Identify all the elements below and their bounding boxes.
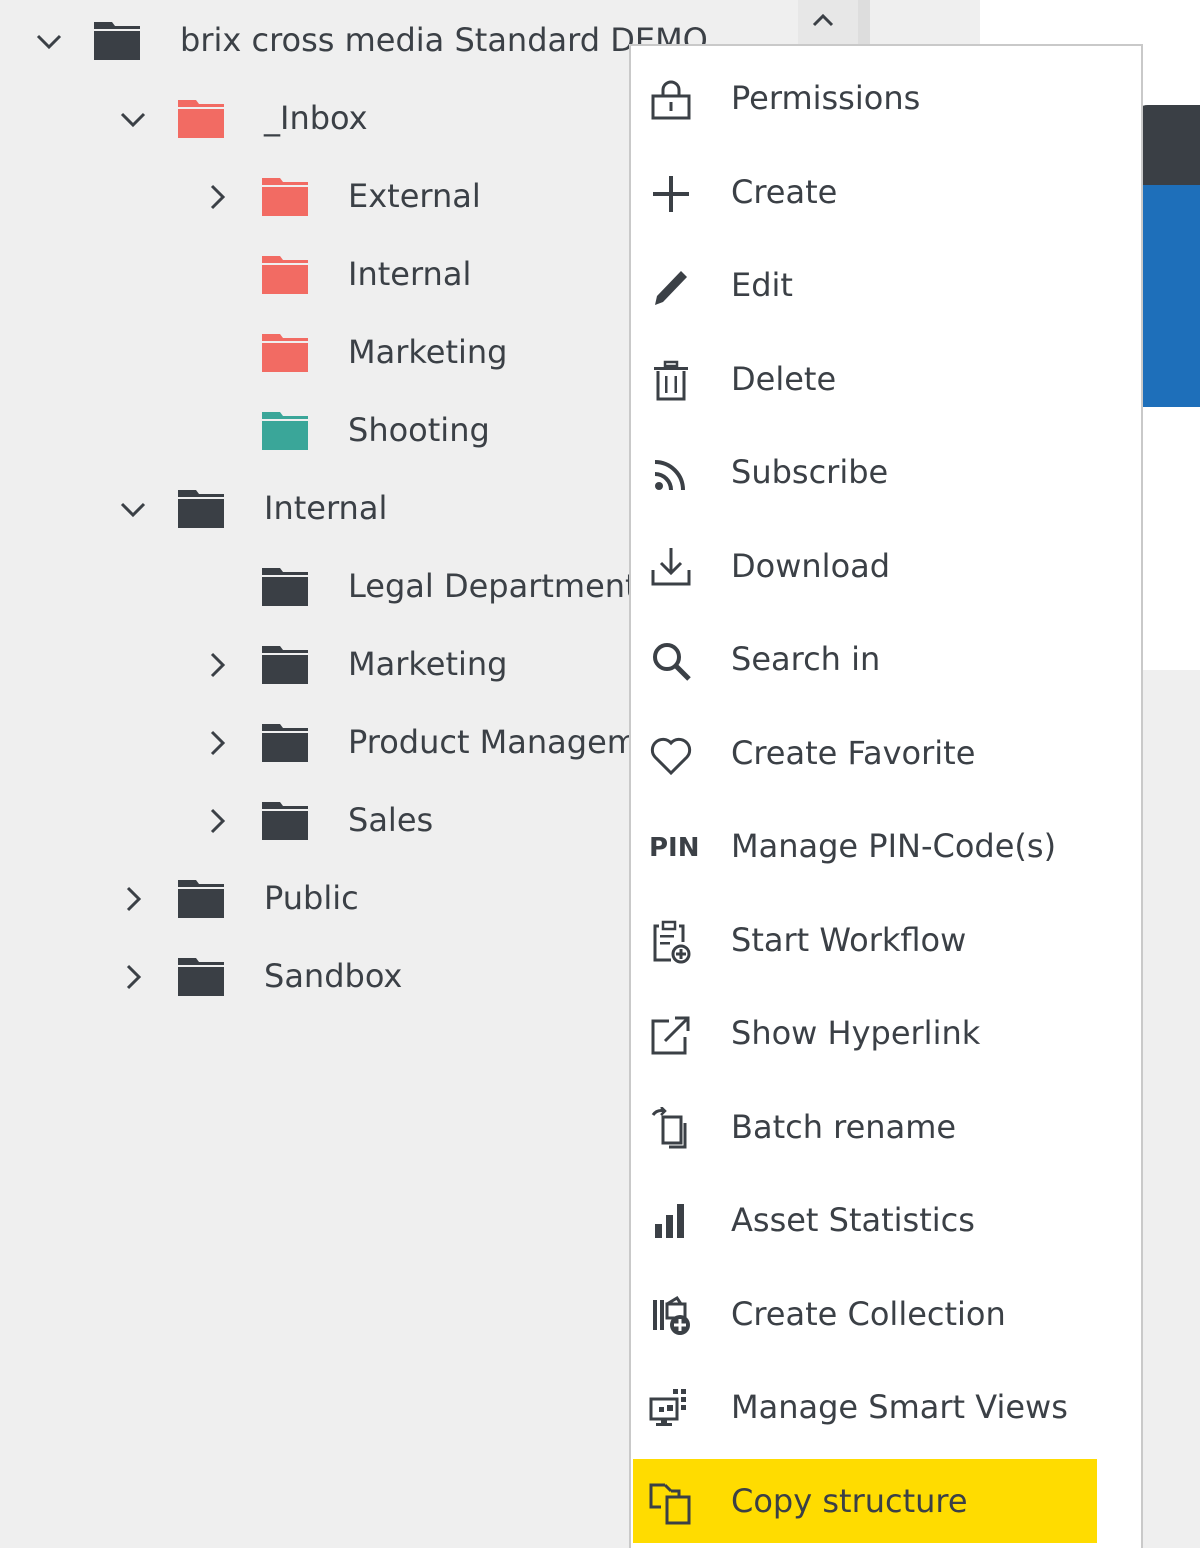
- folder-icon: [178, 880, 224, 918]
- folder-icon: [262, 568, 308, 606]
- download-icon: [651, 548, 691, 586]
- tree-node-label: Marketing: [348, 333, 508, 371]
- plus-icon: [653, 176, 689, 212]
- pin-icon: PIN: [649, 833, 700, 863]
- search-icon: [653, 643, 691, 681]
- scrollbar-track[interactable]: [858, 0, 870, 48]
- tree-node-label: Sales: [348, 801, 434, 839]
- folder-icon: [178, 958, 224, 996]
- menu-item-delete[interactable]: Delete: [631, 333, 1141, 425]
- clipboard-plus-icon: [653, 920, 691, 964]
- folder-icon: [178, 490, 224, 528]
- chevron-right-icon[interactable]: [118, 962, 148, 992]
- folder-icon: [178, 100, 224, 138]
- context-menu: Permissions Create Edit Delete Subscribe…: [629, 44, 1143, 1548]
- tree-node-label: _Inbox: [264, 99, 368, 137]
- menu-item-manage-smart-views[interactable]: Manage Smart Views: [631, 1361, 1141, 1453]
- chevron-down-icon[interactable]: [34, 26, 64, 56]
- chevron-right-icon[interactable]: [202, 182, 232, 212]
- tree-node-label: Sandbox: [264, 957, 403, 995]
- folder-icon: [262, 412, 308, 450]
- chevron-up-icon: [812, 13, 834, 27]
- menu-item-copy-structure[interactable]: Copy structure: [631, 1455, 1141, 1547]
- smart-views-icon: [649, 1389, 686, 1426]
- menu-item-download[interactable]: Download: [631, 520, 1141, 612]
- folder-icon: [262, 802, 308, 840]
- pencil-icon: [655, 271, 687, 305]
- scroll-up-button[interactable]: [809, 6, 837, 34]
- chevron-right-icon[interactable]: [118, 884, 148, 914]
- menu-item-create-favorite[interactable]: Create Favorite: [631, 707, 1141, 799]
- tree-node-label: Shooting: [348, 411, 490, 449]
- tree-node-label: Internal: [264, 489, 388, 527]
- folder-icon: [262, 256, 308, 294]
- trash-icon: [654, 360, 688, 401]
- menu-item-manage-pin-codes[interactable]: PIN Manage PIN-Code(s): [631, 800, 1141, 892]
- tree-node-label: Legal Department: [348, 567, 638, 605]
- menu-item-edit[interactable]: Edit: [631, 239, 1141, 331]
- lock-icon: [651, 80, 691, 120]
- collection-plus-icon: [653, 1295, 690, 1335]
- chevron-down-icon[interactable]: [118, 494, 148, 524]
- bar-chart-icon: [655, 1204, 684, 1238]
- folder-icon: [262, 334, 308, 372]
- tree-node-label: Marketing: [348, 645, 508, 683]
- chevron-right-icon[interactable]: [202, 728, 232, 758]
- chevron-down-icon[interactable]: [118, 104, 148, 134]
- folder-icon: [94, 22, 140, 60]
- menu-item-subscribe[interactable]: Subscribe: [631, 426, 1141, 518]
- menu-item-permissions[interactable]: Permissions: [631, 52, 1141, 144]
- chevron-right-icon[interactable]: [202, 650, 232, 680]
- chevron-right-icon[interactable]: [202, 806, 232, 836]
- folder-icon: [262, 646, 308, 684]
- menu-item-show-hyperlink[interactable]: Show Hyperlink: [631, 987, 1141, 1079]
- tree-node-label: Internal: [348, 255, 472, 293]
- copy-structure-icon: [649, 1483, 691, 1525]
- folder-icon: [262, 178, 308, 216]
- batch-rename-icon: [651, 1107, 687, 1149]
- menu-item-search-in[interactable]: Search in: [631, 613, 1141, 705]
- rss-icon: [654, 460, 685, 491]
- menu-item-batch-rename[interactable]: Batch rename: [631, 1081, 1141, 1173]
- menu-item-create-collection[interactable]: Create Collection: [631, 1268, 1141, 1360]
- tree-node-label: Public: [264, 879, 359, 917]
- menu-item-start-workflow[interactable]: Start Workflow: [631, 894, 1141, 986]
- heart-icon: [650, 737, 692, 776]
- menu-item-create[interactable]: Create: [631, 146, 1141, 238]
- menu-item-asset-statistics[interactable]: Asset Statistics: [631, 1174, 1141, 1266]
- external-link-icon: [651, 1016, 690, 1055]
- folder-icon: [262, 724, 308, 762]
- tree-node-label: External: [348, 177, 481, 215]
